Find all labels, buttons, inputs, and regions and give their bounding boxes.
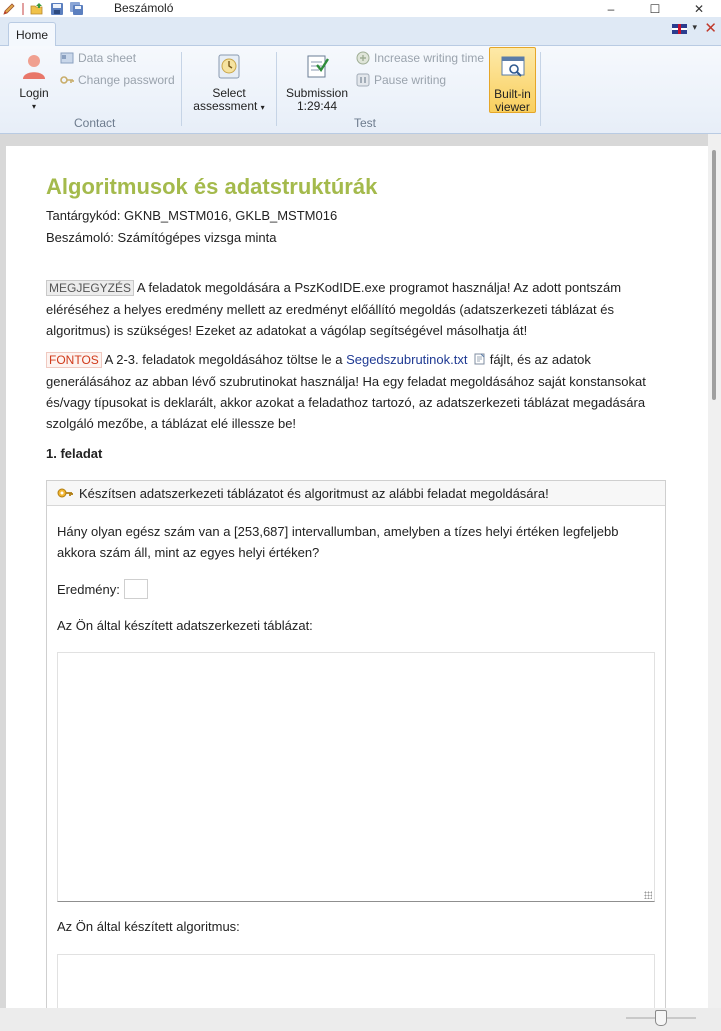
ribbon-separator [540, 52, 541, 126]
select-assessment-caret: ▾ [260, 103, 265, 112]
result-label: Eredmény: [57, 581, 120, 597]
key-icon [60, 76, 74, 84]
ribbon-tab-strip: Home ▾ ✕ [0, 17, 721, 47]
ribbon-home: Login ▾ Data sheet Change password Conta… [0, 46, 721, 134]
submission-icon [307, 55, 330, 78]
result-input[interactable] [123, 579, 148, 599]
document-viewport: Algoritmusok és adatstruktúrák Tantárgyk… [0, 134, 721, 1008]
test-group-label: Test [354, 116, 377, 130]
window-title: Beszámoló [114, 1, 174, 15]
save-icon[interactable] [50, 2, 64, 16]
zoom-slider-handle[interactable] [655, 1010, 667, 1026]
built-in-viewer-button[interactable]: Built-in viewer [489, 47, 536, 114]
user-icon [23, 55, 45, 79]
ribbon-separator [276, 52, 277, 126]
add-time-icon [356, 51, 370, 65]
table-label: Az Ön által készített adatszerkezeti táb… [57, 618, 313, 633]
qat-separator [22, 2, 24, 15]
important-badge: FONTOS [46, 352, 102, 368]
file-attachment-icon[interactable] [474, 353, 486, 365]
login-label: Login [19, 86, 49, 100]
open-folder-icon[interactable] [30, 2, 44, 16]
tab-home[interactable]: Home [8, 22, 56, 47]
title-bar: Beszámoló – ☐ ✕ [0, 0, 721, 17]
change-password-label: Change password [78, 73, 175, 87]
pause-writing-button[interactable]: Pause writing [356, 73, 446, 87]
login-caret: ▾ [31, 102, 36, 111]
assessment-icon [218, 54, 240, 79]
task-1-header: Készítsen adatszerkezeti táblázatot és a… [47, 481, 665, 506]
pencil-icon[interactable] [2, 2, 16, 16]
submission-button[interactable]: Submission 1:29:44 [284, 52, 350, 113]
window-controls: – ☐ ✕ [589, 0, 721, 17]
exam-name: Beszámoló: Számítógépes vizsga minta [46, 230, 277, 245]
task-1-heading: 1. feladat [46, 446, 103, 461]
assessment-label: assessment [193, 99, 258, 113]
status-bar [0, 1008, 721, 1031]
important-text-1: A 2-3. feladatok megoldásához töltse le … [101, 352, 347, 367]
minimize-button[interactable]: – [589, 0, 633, 17]
app-window: Beszámoló – ☐ ✕ Home ▾ ✕ Login ▾ Data sh… [0, 0, 721, 1031]
login-button[interactable]: Login ▾ [12, 52, 56, 113]
close-window-button[interactable]: ✕ [677, 0, 721, 17]
task-1-question: Hány olyan egész szám van a [253,687] in… [57, 524, 619, 560]
increase-writing-time-label: Increase writing time [374, 51, 485, 65]
data-sheet-label: Data sheet [78, 51, 137, 65]
increase-writing-time-button[interactable]: Increase writing time [356, 51, 484, 65]
language-dropdown-caret[interactable]: ▾ [692, 22, 697, 33]
task-1-panel: Készítsen adatszerkezeti táblázatot és a… [46, 480, 666, 1008]
algorithm-textarea[interactable] [57, 954, 655, 1008]
key-icon [57, 488, 73, 498]
pause-icon [356, 73, 370, 87]
result-row: Eredmény: [57, 579, 148, 599]
data-sheet-button[interactable]: Data sheet [60, 51, 136, 65]
algorithm-label: Az Ön által készített algoritmus: [57, 919, 240, 934]
data-sheet-icon [60, 52, 74, 64]
page-title: Algoritmusok és adatstruktúrák [46, 174, 378, 199]
select-assessment-button[interactable]: Select assessment ▾ [192, 52, 266, 114]
uk-flag-icon[interactable] [672, 24, 687, 34]
vertical-scrollbar[interactable] [708, 134, 721, 1008]
viewer-label-2: viewer [495, 100, 530, 114]
pause-writing-label: Pause writing [374, 73, 447, 87]
change-password-button[interactable]: Change password [60, 73, 175, 87]
scrollbar-thumb[interactable] [712, 150, 716, 400]
close-icon[interactable]: ✕ [704, 19, 717, 37]
quick-access-toolbar [2, 0, 84, 17]
save-all-icon[interactable] [70, 1, 84, 16]
note-badge: MEGJEGYZÉS [46, 280, 135, 296]
maximize-button[interactable]: ☐ [633, 0, 677, 17]
submission-timer: 1:29:44 [296, 99, 338, 113]
ribbon-separator [181, 52, 182, 126]
note-paragraph: MEGJEGYZÉS A feladatok megoldására a Psz… [46, 277, 646, 341]
data-structure-table-textarea[interactable] [57, 652, 655, 902]
helper-file-link[interactable]: Segedszubrutinok.txt [346, 352, 467, 367]
important-paragraph: FONTOS A 2-3. feladatok megoldásához töl… [46, 349, 646, 434]
course-code: Tantárgykód: GKNB_MSTM016, GKLB_MSTM016 [46, 208, 338, 223]
document-page: Algoritmusok és adatstruktúrák Tantárgyk… [6, 146, 708, 1008]
contact-group-label: Contact [74, 116, 116, 130]
viewer-icon [501, 56, 524, 77]
task-1-instruction: Készítsen adatszerkezeti táblázatot és a… [79, 485, 549, 501]
resize-grip-icon[interactable] [644, 891, 652, 899]
